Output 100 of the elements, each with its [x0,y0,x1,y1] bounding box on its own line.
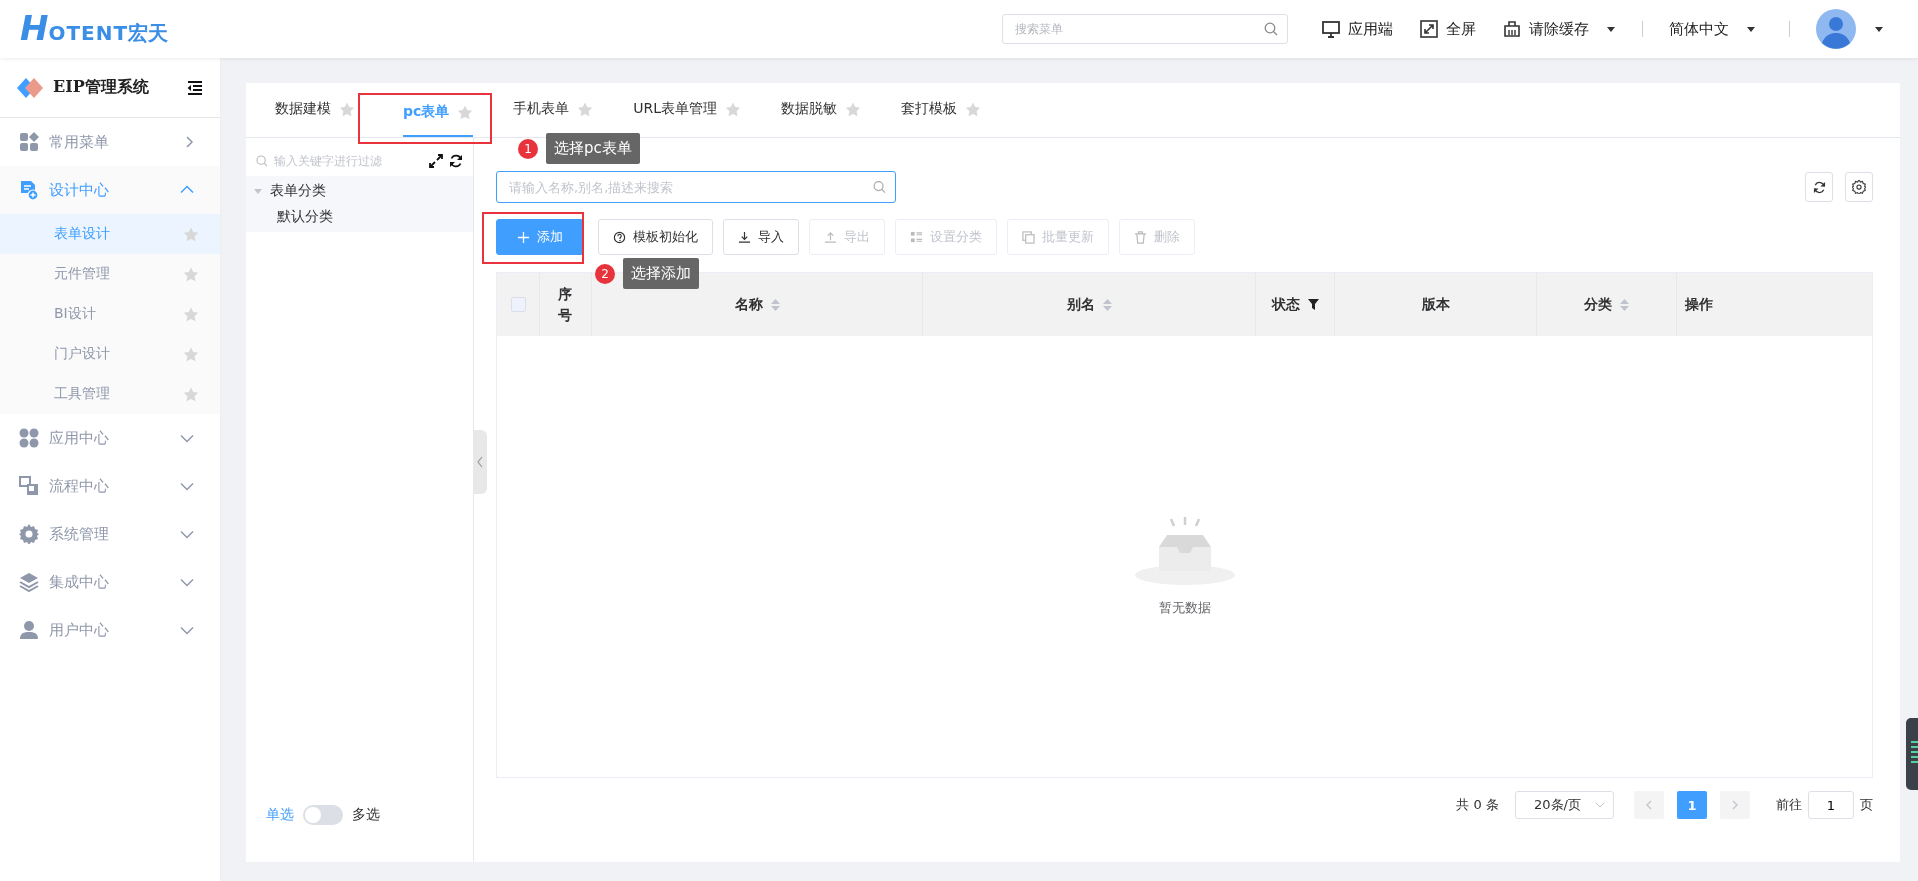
grid-icon [19,132,39,152]
caret-icon [1874,25,1884,33]
toolbar-button[interactable]: 模板初始化 [598,219,713,255]
column-header: 名称 [734,295,763,314]
submenu-item[interactable]: 表单设计 [0,214,220,254]
help-icon [613,230,626,244]
toolbar-button[interactable]: 导入 [723,219,799,255]
submenu-item[interactable]: 元件管理 [0,254,220,294]
toolbar-button[interactable]: 添加 [496,219,584,255]
chevron-icon [1732,800,1738,810]
tab[interactable]: pc表单 [403,89,474,137]
page-input[interactable]: 1 [1808,791,1854,819]
submenu-item[interactable]: 门户设计 [0,334,220,374]
mode-label: 多选 [352,805,380,824]
collapse-menu-icon[interactable] [187,80,203,95]
menu-item[interactable]: 系统管理 [0,510,220,558]
logo-icon [17,76,43,99]
star-icon[interactable] [339,101,355,117]
star-icon[interactable] [965,101,982,117]
download-icon [738,230,751,244]
tab[interactable]: 数据建模 [275,83,355,137]
menu-item[interactable]: 用户中心 [0,606,220,654]
logo-text: 宏天 [128,20,169,47]
step-badge: 2 [595,263,615,284]
tree-node[interactable]: 表单分类 [246,178,473,204]
sort-icon[interactable] [770,298,780,311]
menu-item[interactable]: 流程中心 [0,462,220,510]
user-icon [19,620,39,640]
star-icon[interactable] [183,346,199,362]
header-action[interactable]: 全屏 [1419,19,1476,39]
document-add-icon [19,180,39,200]
sort-icon[interactable] [1620,298,1629,311]
column-header: 操作 [1685,295,1713,314]
column-header: 分类 [1584,295,1612,314]
submenu-item[interactable]: BI设计 [0,294,220,334]
logo-mark: H [20,11,49,45]
refresh-icon[interactable] [449,154,463,168]
goto-label: 页 [1860,796,1873,814]
logo-text: OTENT [48,21,129,45]
settings-button[interactable] [1845,172,1873,202]
star-icon[interactable] [183,306,199,322]
star-icon[interactable] [183,226,199,242]
refresh-icon [1812,180,1826,194]
refresh-button[interactable] [1805,172,1833,202]
layers-icon [19,572,39,592]
list-icon [910,230,923,244]
chevron-icon [180,184,194,196]
tab[interactable]: 数据脱敏 [781,83,862,137]
tree-node[interactable]: 默认分类 [246,204,473,230]
submenu-item[interactable]: 工具管理 [0,374,220,414]
chevron-icon [477,456,483,468]
menu-item[interactable]: 常用菜单 [0,118,220,166]
menu-item[interactable]: 设计中心 [0,166,220,214]
star-icon[interactable] [845,101,862,117]
star-icon[interactable] [183,266,199,282]
mode-switch[interactable] [303,804,343,825]
header-action[interactable]: 请除缓存 [1502,19,1616,39]
header-action[interactable]: 应用端 [1321,19,1393,39]
callout-tooltip: 选择添加 [623,258,699,289]
trash-icon [1134,230,1147,244]
copy-icon [1022,230,1035,244]
star-icon[interactable] [457,104,474,120]
search-field[interactable]: 请输入名称,别名,描述来搜索 [496,171,896,203]
fullscreen-icon [1419,19,1439,39]
page-number[interactable]: 1 [1677,791,1707,819]
step-badge: 1 [518,138,538,159]
basket-icon [1502,19,1522,39]
menu-item[interactable]: 集成中心 [0,558,220,606]
total-count: 共 0 条 [1456,796,1499,814]
chevron-icon [1646,800,1652,810]
collapse-handle[interactable] [473,430,487,494]
previous-page-button[interactable] [1634,791,1664,819]
app-title: EIP管理系统 [53,77,150,98]
search-icon [256,155,268,167]
menu-item[interactable]: 应用中心 [0,414,220,462]
monitor-icon [1321,19,1341,39]
next-page-button[interactable] [1720,791,1750,819]
apps-icon [19,428,39,448]
settings-icon [19,524,39,544]
callout-tooltip: 选择pc表单 [546,133,640,164]
caret-icon [1746,25,1756,33]
sort-icon[interactable] [1102,298,1112,311]
avatar[interactable] [1816,9,1856,49]
tab[interactable]: 套打模板 [901,83,982,137]
star-icon[interactable] [725,101,742,117]
filter-icon[interactable] [1307,299,1319,310]
column-header: 版本 [1421,295,1450,314]
chevron-icon [1595,802,1605,808]
expand-icon[interactable] [429,154,443,168]
chevron-icon [184,136,194,148]
star-icon[interactable] [183,386,199,402]
language-selector[interactable]: 简体中文 [1669,19,1756,39]
column-header: 序号 [557,284,574,325]
floating-widget-icon[interactable] [1906,718,1918,790]
flow-icon [19,476,39,496]
goto-label: 前往 [1776,796,1802,814]
page-size-select[interactable]: 20条/页 [1515,791,1614,819]
chevron-icon [180,624,194,636]
star-icon[interactable] [577,101,594,117]
caret-icon [1606,25,1616,33]
